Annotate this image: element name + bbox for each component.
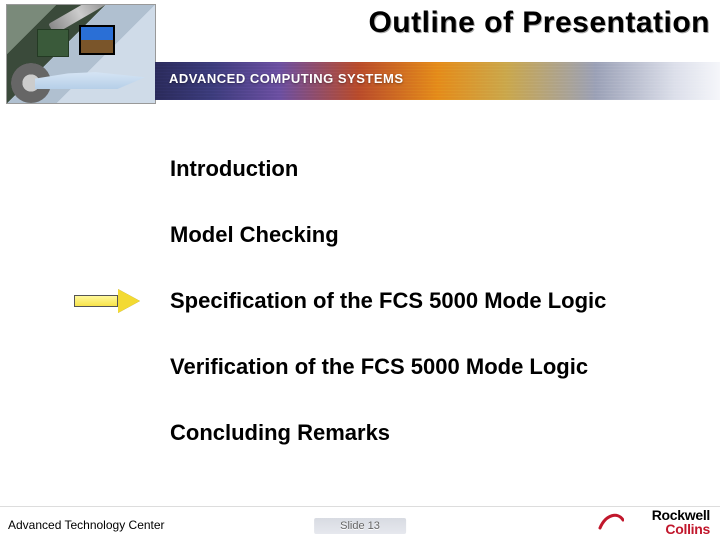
slide-body: Introduction Model Checking Specificatio… bbox=[0, 140, 720, 500]
outline-item: Specification of the FCS 5000 Mode Logic bbox=[170, 288, 606, 314]
outline-item: Verification of the FCS 5000 Mode Logic bbox=[170, 354, 588, 380]
header-collage-image bbox=[6, 4, 156, 104]
footer-slide-number: Slide 13 bbox=[314, 518, 406, 534]
header-band: ADVANCED COMPUTING SYSTEMS bbox=[155, 62, 720, 100]
slide: Outline of Presentation ADVANCED COMPUTI… bbox=[0, 0, 720, 540]
outline-item: Concluding Remarks bbox=[170, 420, 390, 446]
slide-footer: Advanced Technology Center Slide 13 Rock… bbox=[0, 506, 720, 540]
header-band-text: ADVANCED COMPUTING SYSTEMS bbox=[169, 71, 404, 86]
pointer-arrow-icon bbox=[74, 290, 144, 312]
logo-swoosh-icon bbox=[598, 508, 624, 534]
slide-header: Outline of Presentation ADVANCED COMPUTI… bbox=[0, 0, 720, 105]
flight-display-icon bbox=[79, 25, 115, 55]
slide-title: Outline of Presentation bbox=[368, 6, 710, 40]
outline-item: Introduction bbox=[170, 156, 298, 182]
outline-item: Model Checking bbox=[170, 222, 339, 248]
engine-icon bbox=[11, 63, 51, 103]
circuit-icon bbox=[37, 29, 69, 57]
footer-left-text: Advanced Technology Center bbox=[8, 518, 165, 532]
logo-text-top: Rockwell bbox=[652, 508, 710, 522]
logo-text-bottom: Collins bbox=[652, 522, 710, 536]
rockwell-collins-logo: Rockwell Collins bbox=[652, 508, 710, 536]
